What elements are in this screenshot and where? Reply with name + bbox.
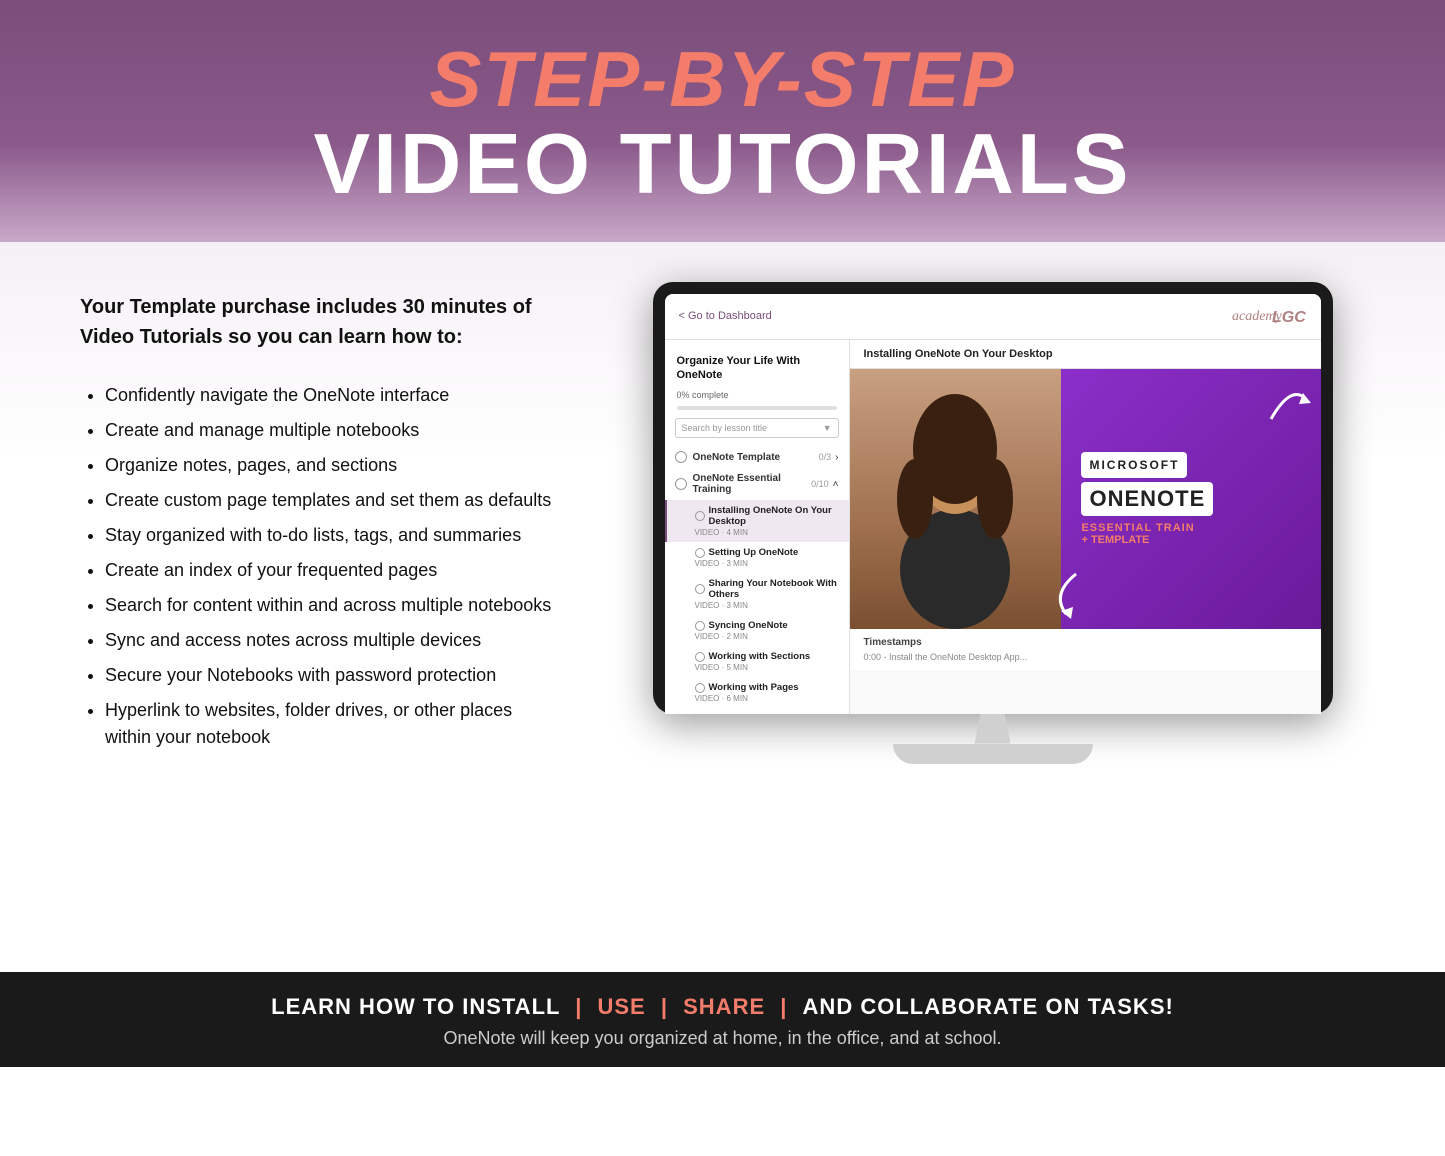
lesson-title-3: Syncing OneNote	[709, 620, 788, 631]
monitor-screen: < Go to Dashboard academy LGC Organiz	[665, 294, 1321, 714]
screen-sidebar: Organize Your Life With OneNote 0% compl…	[665, 340, 850, 714]
lesson-circle-1	[695, 548, 705, 558]
onenote-label-box: ONENOTE	[1081, 482, 1213, 516]
sidebar-search[interactable]: Search by lesson title ▼	[675, 418, 839, 438]
left-column: Your Template purchase includes 30 minut…	[80, 282, 560, 759]
footer-share-label: SHARE	[683, 994, 765, 1019]
monitor-base	[893, 744, 1093, 764]
footer-use-label: USE	[597, 994, 645, 1019]
presenter-area	[850, 369, 1062, 629]
footer-sep-2: |	[661, 994, 675, 1019]
sidebar-lesson-0[interactable]: Installing OneNote On Your Desktop VIDEO…	[665, 500, 849, 542]
list-item: Organize notes, pages, and sections	[105, 452, 560, 479]
video-title-bar: Installing OneNote On Your Desktop	[850, 340, 1321, 369]
arrow-icon-2	[1031, 569, 1081, 619]
ms-label-box: MICROSOFT	[1081, 452, 1187, 478]
footer-sep-3: |	[780, 994, 794, 1019]
sidebar-lesson-2[interactable]: Sharing Your Notebook With Others VIDEO …	[665, 573, 849, 615]
microsoft-label: MICROSOFT	[1089, 458, 1179, 472]
main-content: Your Template purchase includes 30 minut…	[0, 242, 1445, 972]
footer-top-text: LEARN HOW TO INSTALL | USE | SHARE | AND…	[20, 994, 1425, 1020]
module-circle-2	[675, 478, 687, 490]
sidebar-lesson-3[interactable]: Syncing OneNote VIDEO · 2 MIN	[665, 615, 849, 646]
academy-logo: academy LGC	[1227, 300, 1307, 333]
footer-learn-label: LEARN HOW TO INSTALL	[271, 994, 560, 1019]
lesson-meta-4: VIDEO · 5 MIN	[695, 663, 839, 672]
lesson-title-0: Installing OneNote On Your Desktop	[709, 505, 839, 527]
module-count-2: 0/10	[811, 479, 829, 489]
lesson-title-5: Working with Pages	[709, 682, 799, 693]
footer-section: LEARN HOW TO INSTALL | USE | SHARE | AND…	[0, 972, 1445, 1067]
footer-subtitle: OneNote will keep you organized at home,…	[20, 1028, 1425, 1049]
monitor-stand	[653, 714, 1333, 764]
module-header-1[interactable]: OneNote Template 0/3 ›	[665, 446, 849, 468]
hero-title-line1: STEP-BY-STEP	[20, 40, 1425, 118]
lesson-meta-3: VIDEO · 2 MIN	[695, 632, 839, 641]
bullet-list: Confidently navigate the OneNote interfa…	[80, 382, 560, 751]
sidebar-lesson-4[interactable]: Working with Sections VIDEO · 5 MIN	[665, 646, 849, 677]
lesson-meta-5: VIDEO · 6 MIN	[695, 694, 839, 703]
module-label-2: OneNote Essential Training	[693, 473, 812, 495]
lesson-circle-3	[695, 621, 705, 631]
intro-text: Your Template purchase includes 30 minut…	[80, 292, 560, 352]
timestamp-item: 0:00 - Install the OneNote Desktop App..…	[864, 652, 1307, 662]
lesson-title-4: Working with Sections	[709, 651, 811, 662]
lesson-title-2: Sharing Your Notebook With Others	[709, 578, 839, 600]
timestamps-label: Timestamps	[864, 637, 1307, 648]
sidebar-lesson-1[interactable]: Setting Up OneNote VIDEO · 3 MIN	[665, 542, 849, 573]
list-item: Stay organized with to-do lists, tags, a…	[105, 522, 560, 549]
svg-text:LGC: LGC	[1272, 309, 1306, 326]
lesson-title-1: Setting Up OneNote	[709, 547, 799, 558]
progress-bar	[677, 406, 837, 410]
back-link[interactable]: < Go to Dashboard	[679, 310, 772, 322]
search-placeholder: Search by lesson title	[682, 423, 768, 433]
list-item: Create and manage multiple notebooks	[105, 417, 560, 444]
screen-main: Installing OneNote On Your Desktop	[850, 340, 1321, 714]
list-item: Search for content within and across mul…	[105, 592, 560, 619]
search-dropdown-icon: ▼	[823, 423, 832, 433]
lesson-circle-4	[695, 652, 705, 662]
module-circle-1	[675, 451, 687, 463]
screen-body: Organize Your Life With OneNote 0% compl…	[665, 340, 1321, 714]
timestamps-section: Timestamps 0:00 - Install the OneNote De…	[850, 629, 1321, 670]
lesson-circle-5	[695, 683, 705, 693]
module-chevron-2: ˄	[833, 479, 839, 490]
footer-sep-1: |	[575, 994, 589, 1019]
sidebar-lesson-5[interactable]: Working with Pages VIDEO · 6 MIN	[665, 677, 849, 708]
lesson-circle-2	[695, 584, 705, 594]
sidebar-lesson-6[interactable]: OneNote's Recycle Bin VIDEO · 2 MIN	[665, 708, 849, 713]
list-item: Create custom page templates and set the…	[105, 487, 560, 514]
lesson-meta-0: VIDEO · 4 MIN	[695, 528, 839, 537]
list-item: Create an index of your frequented pages	[105, 557, 560, 584]
sidebar-progress: 0% complete	[665, 390, 849, 406]
sidebar-course-title: Organize Your Life With OneNote	[665, 350, 849, 391]
lesson-meta-2: VIDEO · 3 MIN	[695, 601, 839, 610]
sidebar-module-2: OneNote Essential Training 0/10 ˄ Instal…	[665, 468, 849, 713]
onenote-label: ONENOTE	[1089, 486, 1205, 511]
list-item: Hyperlink to websites, folder drives, or…	[105, 697, 560, 751]
list-item: Sync and access notes across multiple de…	[105, 627, 560, 654]
module-count-1: 0/3	[819, 452, 832, 462]
arrow-icon-1	[1261, 379, 1311, 429]
hero-section: STEP-BY-STEP VIDEO TUTORIALS	[0, 0, 1445, 242]
footer-collaborate-label: AND COLLABORATE ON TASKS!	[803, 994, 1174, 1019]
monitor-mockup: < Go to Dashboard academy LGC Organiz	[653, 282, 1333, 764]
sidebar-module-1: OneNote Template 0/3 ›	[665, 446, 849, 468]
module-label-1: OneNote Template	[693, 452, 819, 463]
lesson-circle-0	[695, 511, 705, 521]
right-column: < Go to Dashboard academy LGC Organiz	[600, 282, 1385, 764]
lesson-meta-1: VIDEO · 3 MIN	[695, 559, 839, 568]
video-overlay: MICROSOFT ONENOTE ESSENTIAL TRAIN + TEMP…	[1061, 369, 1320, 629]
monitor-frame: < Go to Dashboard academy LGC Organiz	[653, 282, 1333, 714]
template-label: + TEMPLATE	[1081, 534, 1149, 546]
screen-topbar: < Go to Dashboard academy LGC	[665, 294, 1321, 340]
hero-title-line2: VIDEO TUTORIALS	[20, 118, 1425, 212]
monitor-neck	[963, 714, 1023, 744]
essential-label: ESSENTIAL TRAIN	[1081, 522, 1194, 534]
list-item: Confidently navigate the OneNote interfa…	[105, 382, 560, 409]
list-item: Secure your Notebooks with password prot…	[105, 662, 560, 689]
video-thumbnail[interactable]: MICROSOFT ONENOTE ESSENTIAL TRAIN + TEMP…	[850, 369, 1321, 629]
module-header-2[interactable]: OneNote Essential Training 0/10 ˄	[665, 468, 849, 500]
module-chevron-1: ›	[835, 452, 838, 463]
